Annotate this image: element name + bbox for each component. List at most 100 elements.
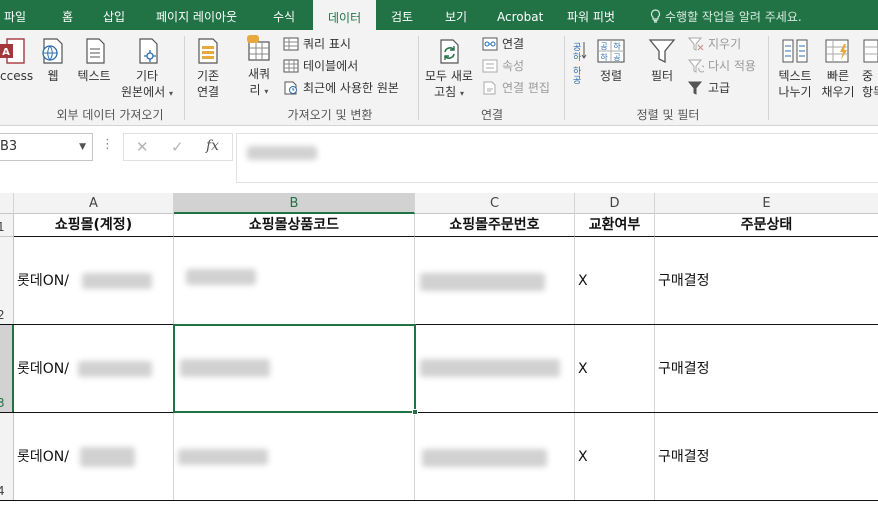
mall-name: 롯데ON/	[17, 361, 69, 377]
tell-me-text: 수행할 작업을 알려 주세요.	[665, 10, 802, 24]
group-separator	[184, 36, 185, 120]
worksheet-grid: A B C D E 1 쇼핑몰(계정) 쇼핑몰상품코드 쇼핑몰주문번호 교환여부…	[0, 193, 878, 511]
column-header-c[interactable]: C	[415, 193, 575, 214]
tab-power-pivot[interactable]: 파워 피벗	[567, 0, 615, 30]
table-cell-status[interactable]: 구매결정	[655, 237, 878, 325]
tab-review[interactable]: 검토	[391, 0, 413, 30]
new-query-label-2: 리	[249, 83, 261, 97]
row-divider	[0, 324, 878, 325]
sort-label: 정렬	[599, 69, 623, 83]
from-other-sources-button[interactable]: 기타 원본에서 ▾	[118, 36, 176, 102]
new-query-button[interactable]: 새쿼 리 ▾	[242, 32, 276, 100]
redacted-product-code	[186, 269, 256, 285]
from-table-button[interactable]: 테이블에서	[283, 56, 358, 76]
filter-label: 필터	[650, 69, 674, 83]
column-header-b[interactable]: B	[174, 193, 415, 214]
insert-function-icon[interactable]: fx	[206, 138, 219, 154]
remove-duplicates-button[interactable]: 중 항목	[862, 36, 878, 100]
ribbon-tab-bar: 파일 홈 삽입 페이지 레이아웃 수식 데이터 검토 보기 Acrobat 파워…	[0, 0, 878, 30]
advanced-label: 고급	[708, 81, 731, 95]
header-cell-status[interactable]: 주문상태	[655, 214, 878, 237]
column-header-e[interactable]: E	[655, 193, 878, 214]
tab-data[interactable]: 데이터	[313, 0, 377, 30]
table-cell-exchange[interactable]: X	[575, 325, 655, 413]
column-header-a[interactable]: A	[14, 193, 174, 214]
from-text-button[interactable]: 텍스트	[74, 36, 114, 84]
select-all-corner[interactable]	[0, 193, 14, 214]
connections-button[interactable]: 연결	[482, 34, 524, 54]
table-cell-exchange[interactable]: X	[575, 237, 655, 325]
svg-text:A: A	[2, 47, 10, 58]
recent-sources-button[interactable]: 최근에 사용한 원본	[283, 78, 399, 98]
svg-text:공: 공	[613, 53, 620, 62]
text-to-columns-button[interactable]: 텍스트 나누기	[774, 36, 816, 100]
header-cell-exchange[interactable]: 교환여부	[575, 214, 655, 237]
advanced-filter-button[interactable]: 고급	[687, 78, 731, 98]
row-header-2[interactable]: 2	[0, 237, 14, 325]
remove-duplicates-icon	[863, 39, 878, 63]
reapply-button[interactable]: 다시 적용	[687, 56, 756, 76]
redacted-order-number	[422, 449, 547, 467]
sort-ascending-button[interactable]: 공하하공	[570, 38, 588, 86]
fill-handle[interactable]	[412, 409, 418, 415]
name-box[interactable]: B3 ▼	[0, 133, 93, 161]
tab-insert[interactable]: 삽입	[103, 0, 125, 30]
lightbulb-icon	[650, 9, 661, 23]
row-number: 1	[0, 220, 5, 234]
from-web-button[interactable]: 웹	[38, 36, 68, 84]
header-cell-mall[interactable]: 쇼핑몰(계정)	[14, 214, 174, 237]
chevron-down-icon[interactable]: ▼	[79, 134, 86, 160]
existing-connections-label-2: 연결	[196, 85, 220, 99]
column-header-d[interactable]: D	[575, 193, 655, 214]
formula-input[interactable]	[236, 133, 878, 183]
selected-cell-outline	[173, 324, 416, 413]
refresh-icon	[440, 39, 459, 64]
refresh-all-label-1: 모두 새로	[425, 69, 473, 83]
tab-home[interactable]: 홈	[62, 0, 73, 30]
show-queries-button[interactable]: 쿼리 표시	[283, 34, 351, 54]
table-cell-status[interactable]: 구매결정	[655, 325, 878, 413]
redacted-order-number	[420, 359, 560, 377]
filter-funnel-icon	[648, 39, 676, 64]
formula-bar: B3 ▼ ⋮ ✕ ✓ fx	[0, 127, 878, 187]
recent-sources-label: 최근에 사용한 원본	[303, 81, 399, 95]
mall-name: 롯데ON/	[17, 273, 69, 289]
flash-fill-button[interactable]: 빠른 채우기	[818, 36, 858, 100]
edit-links-button[interactable]: 연결 편집	[482, 78, 550, 98]
row-number: 2	[0, 308, 5, 322]
header-cell-product-code[interactable]: 쇼핑몰상품코드	[174, 214, 415, 237]
filter-button[interactable]: 필터	[644, 36, 680, 84]
chevron-down-icon: ▾	[264, 87, 269, 96]
tab-page-layout[interactable]: 페이지 레이아웃	[156, 0, 237, 30]
enter-icon[interactable]: ✓	[171, 138, 184, 156]
row-number: 4	[0, 484, 5, 498]
row-header-3[interactable]: 3	[0, 325, 14, 413]
cancel-icon[interactable]: ✕	[136, 138, 149, 156]
refresh-all-button[interactable]: 모두 새로 고침 ▾	[420, 36, 478, 102]
tab-acrobat[interactable]: Acrobat	[497, 0, 543, 30]
formula-bar-resize-handle[interactable]: ⋮	[101, 137, 114, 152]
table-cell-exchange[interactable]: X	[575, 413, 655, 501]
row-header-4[interactable]: 4	[0, 413, 14, 501]
other-sources-label-2: 원본에서	[120, 85, 166, 99]
from-table-label: 테이블에서	[303, 59, 359, 73]
tab-file[interactable]: 파일	[4, 0, 26, 30]
table-cell-status[interactable]: 구매결정	[655, 413, 878, 501]
from-access-button[interactable]: A Access	[0, 36, 33, 84]
sort-button[interactable]: 공하하공 정렬	[593, 36, 629, 84]
edit-links-label: 연결 편집	[502, 81, 550, 95]
flash-fill-label-2: 채우기	[821, 85, 855, 99]
existing-connections-button[interactable]: 기존 연결	[190, 36, 226, 100]
svg-text:하: 하	[613, 41, 621, 51]
properties-icon	[482, 59, 498, 73]
row-header-1[interactable]: 1	[0, 214, 14, 237]
tell-me-search[interactable]: 수행할 작업을 알려 주세요.	[650, 0, 802, 30]
clear-filter-button[interactable]: 지우기	[687, 34, 741, 54]
tab-view[interactable]: 보기	[445, 0, 467, 30]
web-icon	[42, 38, 63, 64]
chevron-down-icon: ▾	[459, 89, 464, 98]
tab-formulas[interactable]: 수식	[273, 0, 295, 30]
chevron-down-icon: ▾	[168, 89, 173, 98]
properties-button[interactable]: 속성	[482, 56, 524, 76]
header-cell-order-number[interactable]: 쇼핑몰주문번호	[415, 214, 575, 237]
